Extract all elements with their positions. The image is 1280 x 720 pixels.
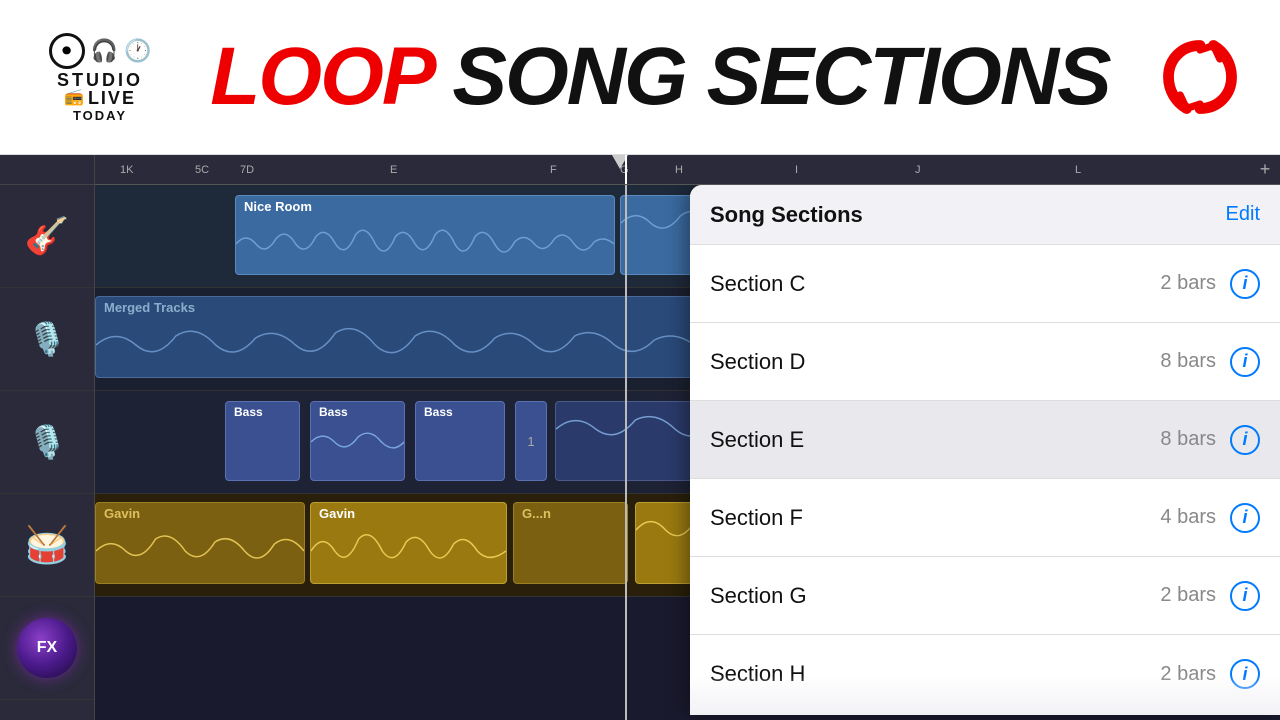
ruler-mark-i: I: [795, 164, 798, 176]
clip-bass-num[interactable]: 1: [515, 401, 547, 481]
ruler: 1K 5C 7D E F G H I J L +: [95, 155, 1280, 185]
clip-gavin-1[interactable]: Gavin: [95, 502, 305, 584]
panel-header: Song Sections Edit: [690, 185, 1280, 245]
section-row-section-e[interactable]: Section E8 bars i: [690, 401, 1280, 479]
section-bars-5: 2 bars: [1160, 663, 1216, 686]
drums-icon: 🥁: [25, 524, 70, 566]
info-icon-0[interactable]: i: [1230, 269, 1260, 299]
clip-nice-room-label: Nice Room: [236, 196, 614, 217]
bass-track-icon: 🎙️: [0, 391, 94, 494]
headphones-icon: 🎧: [91, 38, 118, 64]
clip-gavin-3[interactable]: G...n: [513, 502, 628, 584]
gavin-label-2: Gavin: [311, 503, 506, 524]
clip-merged-label: Merged Tracks: [96, 297, 764, 318]
today-label: TODAY: [73, 109, 127, 122]
main-title: Loop Song Sections: [180, 36, 1140, 118]
ruler-mark-j: J: [915, 164, 921, 176]
radio-icon: 📻: [64, 90, 84, 106]
bass-waveform-2: [311, 422, 404, 462]
section-name-4: Section G: [710, 583, 1160, 609]
nice-room-waveform: [236, 217, 614, 272]
logo-icons: ⏺ 🎧 🕐: [49, 33, 152, 69]
fx-track-icon: FX: [0, 597, 94, 700]
bass-label-1: Bass: [226, 402, 299, 422]
section-bars-0: 2 bars: [1160, 272, 1216, 295]
info-icon-2[interactable]: i: [1230, 425, 1260, 455]
section-row-section-g[interactable]: Section G2 bars i: [690, 557, 1280, 635]
clip-gavin-2[interactable]: Gavin: [310, 502, 507, 584]
section-bars-2: 8 bars: [1160, 428, 1216, 451]
header: ⏺ 🎧 🕐 STUDIO 📻 LIVE TODAY Loop Song Sect…: [0, 0, 1280, 155]
clock-icon: 🕐: [124, 38, 151, 64]
info-icon-1[interactable]: i: [1230, 347, 1260, 377]
section-bars-4: 2 bars: [1160, 584, 1216, 607]
panel-title: Song Sections: [710, 202, 863, 228]
ruler-mark-5c: 5C: [195, 164, 209, 176]
clip-bass-3[interactable]: Bass: [415, 401, 505, 481]
clip-bass-2[interactable]: Bass: [310, 401, 405, 481]
section-bars-3: 4 bars: [1160, 506, 1216, 529]
bass-label-2: Bass: [311, 402, 404, 422]
studio-live-text: STUDIO 📻 LIVE TODAY: [57, 71, 143, 122]
song-sections-panel: Song Sections Edit Section C2 barsiSecti…: [690, 185, 1280, 715]
vinyl-icon: ⏺: [49, 33, 85, 69]
info-icon-4[interactable]: i: [1230, 581, 1260, 611]
ruler-mark-1k: 1K: [120, 164, 133, 176]
info-icon-3[interactable]: i: [1230, 503, 1260, 533]
gavin-label-1: Gavin: [96, 503, 304, 524]
ruler-mark-h: H: [675, 164, 683, 176]
fx-button[interactable]: FX: [17, 618, 77, 678]
section-name-0: Section C: [710, 271, 1160, 297]
vocal-track-icon: 🎙️: [0, 288, 94, 391]
sections-list: Section C2 barsiSection D8 barsiSection …: [690, 245, 1280, 713]
drums-track-icon: 🥁: [0, 494, 94, 597]
add-section-button[interactable]: +: [1250, 159, 1280, 180]
ruler-mark-f: F: [550, 164, 557, 176]
playhead: [625, 155, 627, 184]
guitar-track-icon: 🎸: [0, 185, 94, 288]
merged-waveform: [96, 318, 764, 373]
gavin-waveform-1: [96, 524, 304, 579]
tracks-area: Nice Room Merged Tracks: [95, 185, 1280, 720]
ruler-mark-7d: 7D: [240, 164, 254, 176]
microphone-icon: 🎙️: [27, 320, 67, 358]
section-row-section-f[interactable]: Section F4 bars i: [690, 479, 1280, 557]
logo-area: ⏺ 🎧 🕐 STUDIO 📻 LIVE TODAY: [20, 33, 180, 122]
fx-label: FX: [37, 639, 57, 657]
guitar-icon: 🎸: [25, 215, 70, 257]
gavin-label-3: G...n: [514, 503, 627, 524]
section-row-section-c[interactable]: Section C2 bars i: [690, 245, 1280, 323]
title-loop: Loop: [210, 31, 431, 122]
title-area: Loop Song Sections: [180, 36, 1140, 118]
bass-num-label: 1: [527, 434, 534, 449]
section-name-5: Section H: [710, 661, 1160, 687]
title-rest: Song Sections: [452, 31, 1109, 122]
ruler-mark-e: E: [390, 164, 397, 176]
refresh-icon-area: [1140, 32, 1260, 122]
section-name-2: Section E: [710, 427, 1160, 453]
track-sidebar: 🎸 🎙️ 🎙️ 🥁 FX: [0, 155, 95, 720]
info-icon-5[interactable]: i: [1230, 659, 1260, 689]
panel-edit-button[interactable]: Edit: [1226, 203, 1260, 226]
ruler-mark-l: L: [1075, 164, 1081, 176]
live-label: LIVE: [88, 89, 136, 107]
section-name-3: Section F: [710, 505, 1160, 531]
section-name-1: Section D: [710, 349, 1160, 375]
section-row-section-h[interactable]: Section H2 bars i: [690, 635, 1280, 713]
section-row-section-d[interactable]: Section D8 bars i: [690, 323, 1280, 401]
clip-nice-room[interactable]: Nice Room: [235, 195, 615, 275]
bass-label-3: Bass: [416, 402, 504, 422]
timeline-area: 1K 5C 7D E F G H I J L + Nice Room: [95, 155, 1280, 720]
daw-container: 🎸 🎙️ 🎙️ 🥁 FX 1K 5C 7D E F G H I: [0, 155, 1280, 720]
refresh-icon: [1155, 32, 1245, 122]
studio-label: STUDIO: [57, 71, 143, 89]
gavin-waveform-2: [311, 524, 506, 579]
clip-bass-1[interactable]: Bass: [225, 401, 300, 481]
clip-merged[interactable]: Merged Tracks: [95, 296, 765, 378]
bass-microphone-icon: 🎙️: [27, 423, 67, 461]
section-bars-1: 8 bars: [1160, 350, 1216, 373]
